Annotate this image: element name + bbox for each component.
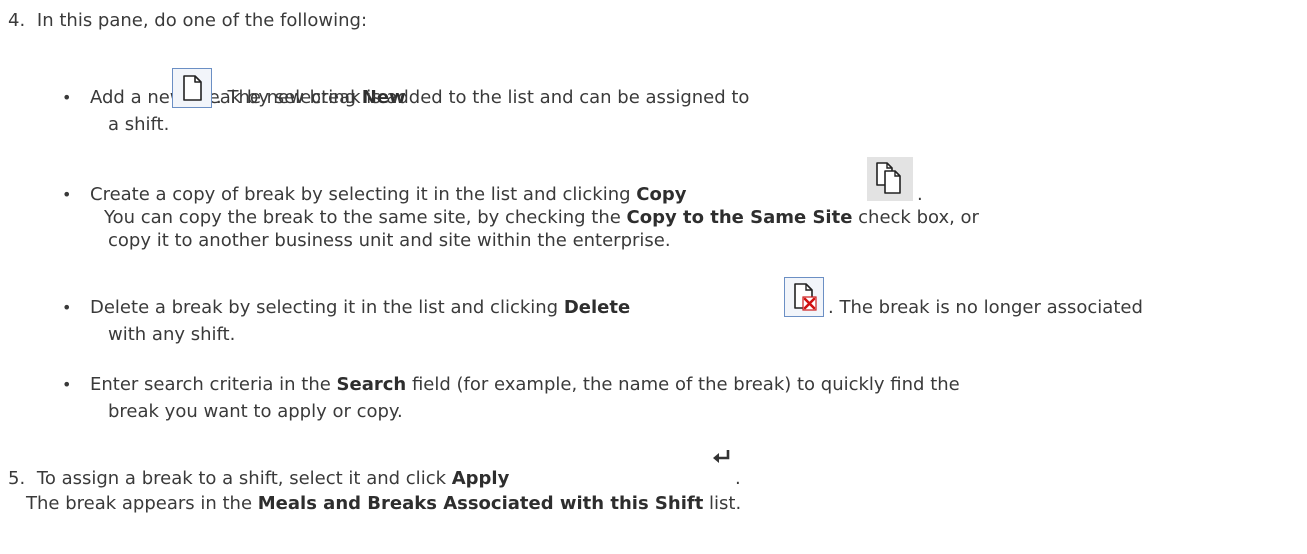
delete-document-icon [784,277,824,317]
bullet-search-line-2: break you want to apply or copy. [108,401,403,422]
step-5-post: . [735,468,741,489]
bullet-dot: • [62,375,72,394]
step-5-number: 5. [8,468,26,489]
apply-return-arrow-icon [711,448,733,466]
bullet-search-text-end: field (for example, the name of the brea… [406,374,960,395]
bullet-search-line-1: Enter search criteria in the Search fiel… [90,374,960,396]
bullet-copy-line-2-text: You can copy the break to the same site,… [104,207,627,228]
step-5-line-2: The break appears in the Meals and Break… [26,493,741,515]
bullet-copy-line-2-end: check box, or [852,207,979,228]
bullet-copy-line-2: You can copy the break to the same site,… [104,207,979,229]
delete-label: Delete [563,297,631,318]
bullet-copy-line-1: Create a copy of break by selecting it i… [90,184,686,206]
search-label: Search [336,374,407,395]
step-4: 4. In this pane, do one of the following… [8,10,367,32]
bullet-copy-text: Create a copy of break by selecting it i… [90,184,637,205]
step-5: 5. To assign a break to a shift, select … [8,468,509,490]
step-4-number: 4. [8,10,26,31]
bullet-delete-post: . The break is no longer associated [828,297,1143,318]
bullet-search-text: Enter search criteria in the [90,374,337,395]
step-4-intro: In this pane, do one of the following: [36,10,368,31]
step-5-text: To assign a break to a shift, select it … [36,468,452,489]
bullet-delete-line-1: Delete a break by selecting it in the li… [90,297,630,319]
bullet-new-post: . The new break is added to the list and… [216,87,750,108]
bullet-dot: • [62,185,72,204]
new-document-icon [172,68,212,108]
bullet-delete-text: Delete a break by selecting it in the li… [90,297,564,318]
copy-label: Copy [636,184,687,205]
copy-icon [867,157,913,201]
bullet-dot: • [62,298,72,317]
bullet-delete-line-2: with any shift. [108,324,236,345]
step-5-line-2-end: list. [703,493,742,514]
bullet-copy-post: . [917,184,923,205]
meals-breaks-list-label: Meals and Breaks Associated with this Sh… [257,493,704,514]
bullet-dot: • [62,88,72,107]
apply-label: Apply [451,468,510,489]
copy-same-site-label: Copy to the Same Site [626,207,853,228]
step-5-line-2-text: The break appears in the [26,493,258,514]
bullet-copy-line-3: copy it to another business unit and sit… [108,230,671,251]
bullet-new-line-2: a shift. [108,114,170,135]
